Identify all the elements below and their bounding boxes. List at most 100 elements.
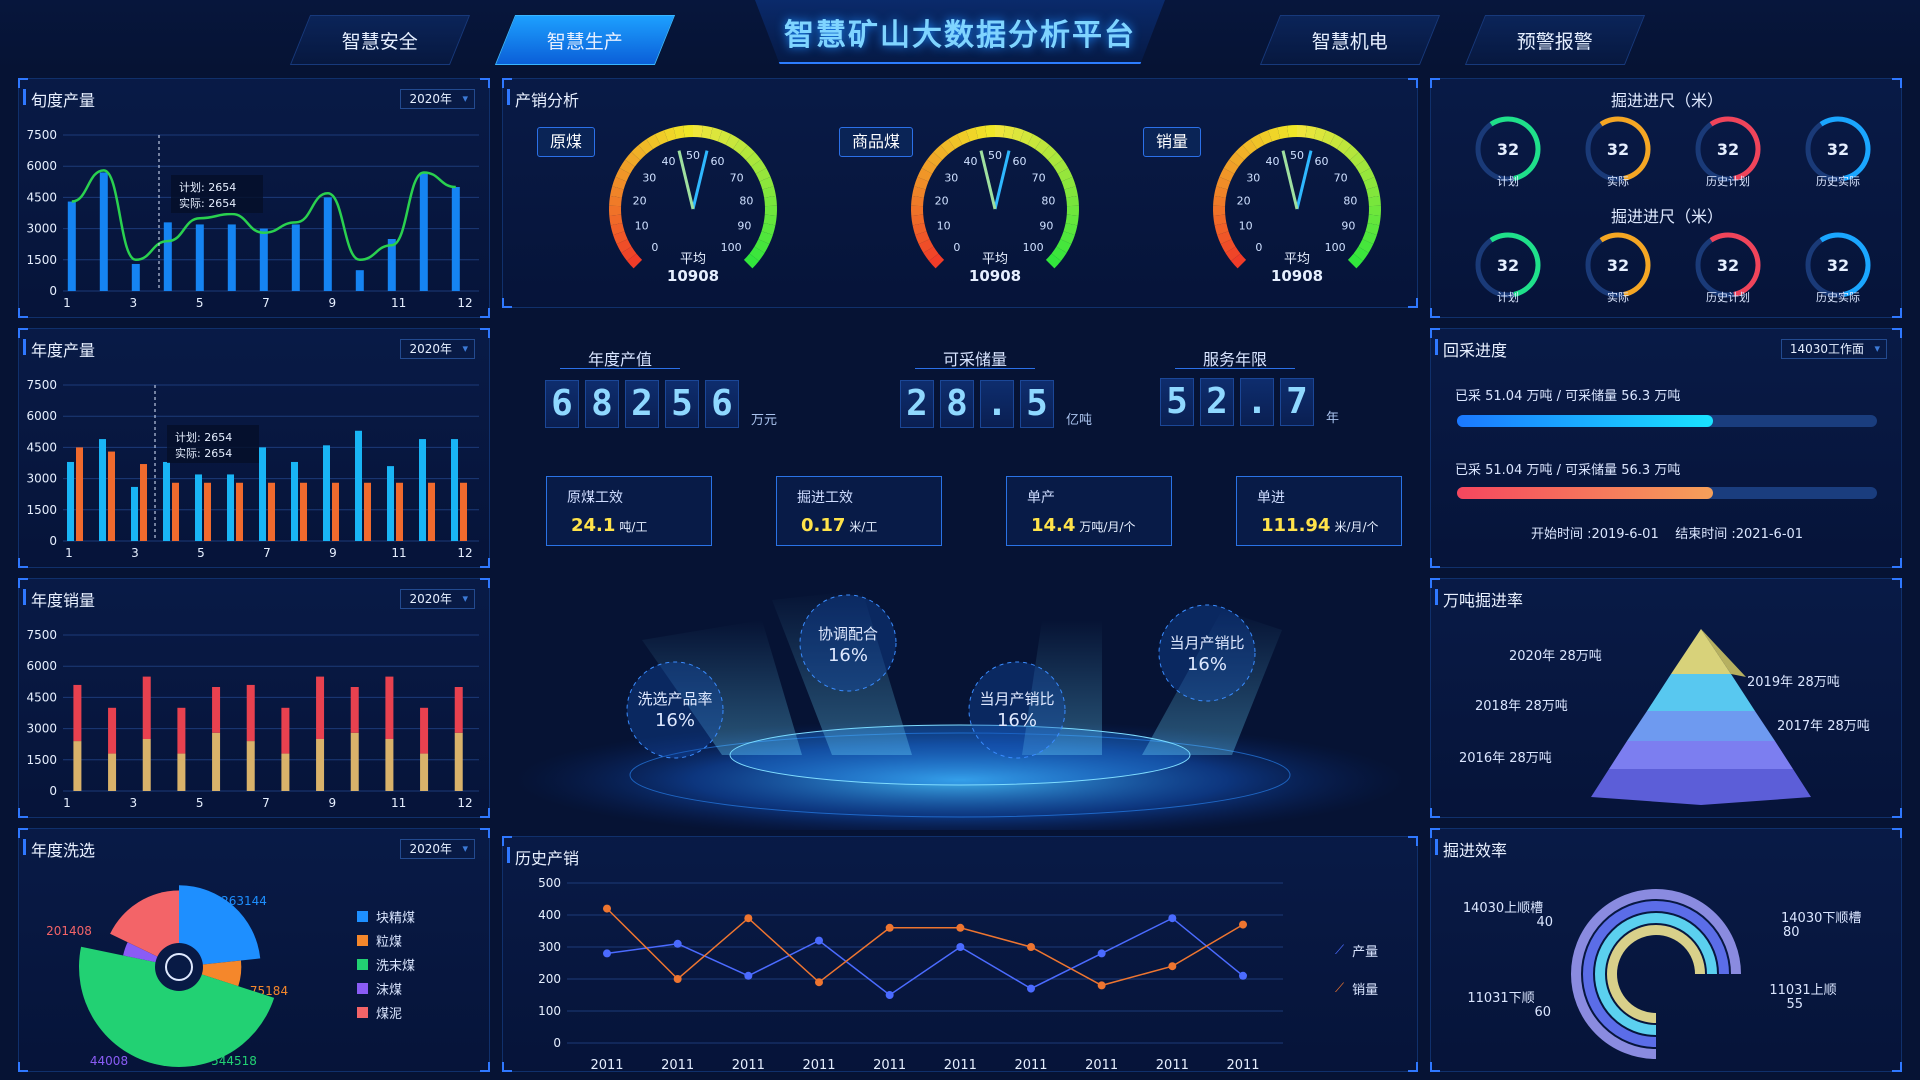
gauge-arc <box>1011 127 1025 142</box>
gauge-arc <box>1343 145 1359 161</box>
gauge-arc <box>1060 231 1075 245</box>
ring-label: 历史计划 <box>1706 175 1750 188</box>
bar <box>419 439 426 541</box>
gauge-arc <box>1223 159 1239 174</box>
y-tick-label: 6000 <box>26 159 57 173</box>
digit: 6 <box>545 380 579 428</box>
x-tick-label: 2011 <box>1014 1058 1047 1073</box>
digit: . <box>1240 378 1274 426</box>
x-tick-label: 2011 <box>873 1058 906 1073</box>
panel-annual-washing: 年度洗选 2020年 2631447518454451844008201408 … <box>18 828 490 1072</box>
history-line-chart: 0 100 200 300 400 500 2011 2011 2011 2011 2011 2011… <box>538 876 1283 1073</box>
gauge-tick-label: 30 <box>642 171 656 184</box>
legend-item[interactable]: 粒煤 <box>357 931 402 950</box>
gauge-arc <box>761 222 776 235</box>
bubble-label: 当月产销比 <box>1169 634 1245 652</box>
bubble-value: 16% <box>827 645 868 666</box>
radial-item-name: 14030上顺槽 <box>1462 901 1544 916</box>
data-point <box>956 943 965 951</box>
tab-smart-safety[interactable]: 智慧安全 <box>289 15 471 65</box>
data-point <box>885 991 894 999</box>
pyramid-layer <box>1627 711 1775 741</box>
y-tick-label: 4500 <box>26 690 57 704</box>
legend-item[interactable]: 煤泥 <box>357 1003 402 1022</box>
data-point <box>673 939 682 948</box>
data-point <box>1097 949 1106 958</box>
tab-smart-production[interactable]: 智慧生产 <box>494 15 676 65</box>
digit: 8 <box>585 380 619 428</box>
x-tick-label: 1 <box>65 546 73 560</box>
legend-item[interactable]: 洗末煤 <box>357 955 415 974</box>
workface-select[interactable]: 14030工作面 <box>1780 339 1887 359</box>
x-tick-label: 9 <box>329 296 337 310</box>
bar <box>460 482 467 541</box>
progress-dates: 开始时间 :2019-6-01 结束时间 :2021-6-01 <box>1530 527 1804 542</box>
gauge-arc <box>754 239 770 253</box>
gauge-arc <box>759 176 774 190</box>
gauge-tick-label: 70 <box>1032 171 1046 184</box>
gauge-tick-label: 80 <box>1041 195 1055 208</box>
gauge-tick-label: 60 <box>711 155 725 168</box>
tab-smart-electromechanical[interactable]: 智慧机电 <box>1259 15 1441 65</box>
year-select[interactable]: 2020年 <box>400 839 475 859</box>
year-select[interactable]: 2020年 <box>400 589 475 609</box>
progress-fill <box>1457 487 1714 499</box>
xun-production-chart: 0 1500 3000 4500 6000 7500 计划: 2654 实际: 2654 1 3 5… <box>26 128 479 310</box>
gauge-arc <box>1056 239 1072 253</box>
bar <box>246 741 255 791</box>
data-point <box>1168 962 1177 971</box>
year-select[interactable]: 2020年 <box>400 339 475 359</box>
legend-item-sales[interactable]: ⟋ 销量 <box>1335 979 1378 998</box>
gauge-arc <box>921 159 937 174</box>
ring-value: 32 <box>1717 140 1739 159</box>
ring-label: 实际 <box>1607 291 1629 304</box>
legend-item[interactable]: 沫煤 <box>357 979 402 998</box>
tooltip-actual: 实际: 2654 <box>179 196 236 210</box>
gauge-arc <box>975 125 987 140</box>
bar <box>396 482 403 541</box>
data-point <box>744 914 753 923</box>
kpi-label: 年度产值 <box>587 350 652 369</box>
year-select[interactable]: 2020年 <box>400 89 475 109</box>
kbox-label: 原煤工效 <box>567 490 623 506</box>
bar <box>355 430 362 541</box>
digit: 6 <box>705 380 739 428</box>
panel-title: 年度产量 <box>22 337 95 361</box>
bar <box>300 482 307 541</box>
tab-alarm[interactable]: 预警报警 <box>1464 15 1646 65</box>
tooltip-actual: 实际: 2654 <box>175 446 232 460</box>
gauge-arc <box>1214 222 1229 235</box>
gauge-arc <box>1368 195 1381 207</box>
bar <box>323 445 330 541</box>
digit: 5 <box>1160 378 1194 426</box>
legend-item[interactable]: 块精煤 <box>357 907 415 926</box>
y-tick-label: 1500 <box>26 753 57 767</box>
bubble-label: 洗选产品率 <box>637 690 713 708</box>
annual-production-chart: 0 1500 3000 4500 6000 7500 计划: 2654 实际: 2654 1 3 5… <box>26 378 479 560</box>
gauge-arc <box>692 125 703 138</box>
gauge-arc <box>612 176 627 190</box>
pyramid-label: 2016年 28万吨 <box>1459 751 1552 766</box>
gauge-arc <box>762 186 776 198</box>
kbox-value: 14.4 万吨/月/个 <box>1031 515 1136 536</box>
gauge-arc <box>673 125 685 140</box>
gauge-avg-label: 平均 <box>680 252 706 267</box>
legend-swatch <box>357 911 368 922</box>
bar <box>387 466 394 541</box>
kbox-unit-output: 单产 14.4 万吨/月/个 <box>1006 476 1172 546</box>
gauge-arc <box>923 246 939 262</box>
gauge-arc <box>912 186 926 198</box>
y-tick-label: 0 <box>553 1036 561 1050</box>
gauge-avg-label: 平均 <box>1284 252 1310 267</box>
legend-item-production[interactable]: ⟋ 产量 <box>1335 941 1378 960</box>
gauge-sales: 010 20 30 40 50 60 70 80 90 100 平均10908 <box>1213 125 1381 285</box>
tooltip-plan: 计划: 2654 <box>175 431 232 444</box>
pyramid-layer <box>1591 769 1811 805</box>
x-tick-label: 2011 <box>732 1058 765 1073</box>
ring-value: 32 <box>1497 256 1519 275</box>
panel-title: 历史产销 <box>506 845 579 869</box>
gauge-arc <box>663 127 677 142</box>
radial-bar <box>1607 925 1705 1023</box>
gauge-tick-label: 10 <box>937 220 951 233</box>
digit: 7 <box>1280 378 1314 426</box>
